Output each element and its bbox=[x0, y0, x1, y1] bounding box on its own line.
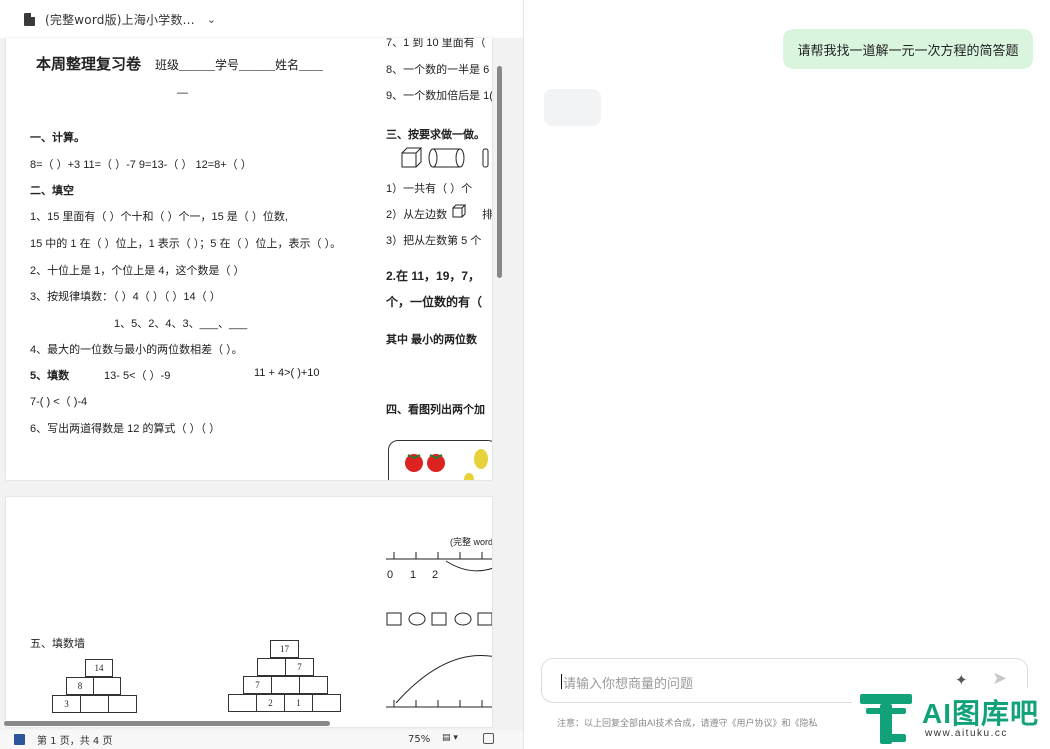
watermark-logo: AI图库吧 www.aituku.cc bbox=[852, 688, 1050, 749]
status-bar: 第 1 页，共 4 页 75% ▤ ▾ bbox=[0, 730, 523, 749]
tomato-icon bbox=[405, 454, 445, 472]
question-2-numbers: 2.在 11，19，7， bbox=[386, 269, 481, 283]
question-8: 8、一个数的一半是 6 bbox=[386, 64, 490, 76]
document-page-1: 本周整理复习卷 班级______学号______姓名____ — 一、计算。 8… bbox=[6, 38, 492, 480]
question-4: 4、最大的一位数与最小的两位数相差（ ）。 bbox=[30, 344, 243, 356]
question-2-numbers-b: 个，一位数的有（ bbox=[386, 295, 483, 309]
question-9: 9、一个数加倍后是 1( bbox=[386, 90, 492, 102]
document-page-2: (完整 word 0 1 2 五、填数墙 14 8 3 17 7 7 2 1 bbox=[6, 497, 492, 727]
wall-2-row4-1 bbox=[228, 694, 257, 712]
watermark-text: AI图库吧 bbox=[922, 698, 1040, 729]
small-cube-icon bbox=[452, 204, 467, 218]
question-2: 2、十位上是 1，个位上是 4，这个数是（ ） bbox=[30, 265, 245, 277]
question-5a: 13- 5<（ ）-9 bbox=[104, 370, 171, 382]
vertical-scrollbar[interactable] bbox=[497, 66, 502, 278]
text-cursor bbox=[561, 674, 562, 689]
cylinder-shape bbox=[428, 148, 465, 168]
question-3b: 2）从左边数 bbox=[386, 209, 448, 221]
question-3b-tail: 排 bbox=[482, 209, 492, 221]
wall-1-mid-right bbox=[93, 677, 121, 695]
fit-page-icon[interactable] bbox=[483, 733, 494, 744]
logo-mark-icon bbox=[860, 694, 912, 744]
title-dash: — bbox=[177, 87, 188, 99]
sparkle-icon[interactable]: ✦ bbox=[955, 671, 968, 689]
wall-2-top: 17 bbox=[270, 640, 299, 658]
wall-1-mid-left: 8 bbox=[66, 677, 94, 695]
section-1-heading: 一、计算。 bbox=[30, 132, 85, 144]
wall-1-bottom-mid bbox=[80, 695, 109, 713]
file-icon bbox=[24, 12, 35, 26]
numline-label-2: 2 bbox=[432, 569, 439, 581]
fruit-illustration bbox=[405, 449, 488, 480]
wall-1-top: 14 bbox=[85, 659, 113, 677]
question-5b: 11 + 4>( )+10 bbox=[254, 367, 320, 379]
picture-box bbox=[388, 440, 492, 480]
app-window: (完整word版)上海小学数... ⌄ 本周整理复习卷 班级______学号__… bbox=[0, 0, 1050, 749]
wall-2-row3-right bbox=[299, 676, 328, 694]
cube-shape bbox=[401, 147, 423, 168]
section-1-questions: 8=（ ）+3 11=（ ）-7 9=13-（ ） 12=8+（ ） bbox=[30, 159, 252, 171]
chat-panel: 请帮我找一道解一元一次方程的简答题 请输入你想商量的问题 ✦ ➤ 注意：以上回复… bbox=[525, 0, 1050, 749]
wall-1-bottom-left: 3 bbox=[52, 695, 81, 713]
number-line bbox=[386, 552, 492, 572]
wall-2-row3-left: 7 bbox=[243, 676, 272, 694]
document-viewer: (完整word版)上海小学数... ⌄ 本周整理复习卷 班级______学号__… bbox=[0, 0, 524, 749]
question-3a: 1）一共有（ ）个 bbox=[386, 183, 473, 195]
question-3: 3、按规律填数：（ ）4（ ）（ ）14（ ） bbox=[30, 291, 221, 303]
section-3-heading: 三、按要求做一做。 bbox=[386, 129, 485, 141]
numline-label-1: 1 bbox=[410, 569, 417, 581]
question-1a: 1、15 里面有（ ）个十和（ ）个一，15 是（ ）位数, bbox=[30, 211, 288, 223]
section-5-heading: 五、填数墙 bbox=[30, 638, 85, 650]
wall-2-row2-right: 7 bbox=[285, 658, 314, 676]
section-2-heading: 二、填空 bbox=[30, 185, 74, 197]
question-2-numbers-c: 其中 最小的两位数 bbox=[386, 334, 478, 346]
shapes-row bbox=[401, 147, 489, 168]
pear-icon bbox=[464, 449, 488, 480]
wall-2-row3-mid bbox=[271, 676, 300, 694]
watermark-url: www.aituku.cc bbox=[925, 728, 1008, 739]
wall-2-row2-left bbox=[257, 658, 286, 676]
wall-2-row4-2: 2 bbox=[256, 694, 285, 712]
question-5c: 7-( ) <（ )-4 bbox=[30, 396, 88, 408]
question-5-label: 5、填数 bbox=[30, 370, 70, 382]
document-title[interactable]: (完整word版)上海小学数... bbox=[45, 11, 195, 28]
page-count: 第 1 页，共 4 页 bbox=[37, 736, 113, 747]
question-7: 7、1 到 10 里面有（ bbox=[386, 38, 486, 49]
question-6: 6、写出两道得数是 12 的算式（ ）（ ） bbox=[30, 423, 221, 435]
ai-disclaimer: 注意：以上回复全部由AI技术合成，请遵守《用户协议》和《隐私 bbox=[557, 718, 818, 728]
zoom-dropdown-icon[interactable]: ▤ ▾ bbox=[442, 733, 460, 745]
worksheet-title: 本周整理复习卷 bbox=[36, 57, 142, 73]
shape-sequence bbox=[386, 612, 492, 626]
number-line-2 bbox=[386, 655, 492, 708]
zoom-level[interactable]: 75% bbox=[408, 734, 430, 745]
wall-2-row4-4 bbox=[312, 694, 341, 712]
horizontal-scrollbar[interactable] bbox=[4, 721, 330, 726]
word-icon bbox=[14, 734, 25, 745]
document-header[interactable]: (完整word版)上海小学数... ⌄ bbox=[0, 0, 523, 38]
worksheet-title-fields: 班级______学号______姓名____ bbox=[155, 58, 324, 72]
question-3c: 3）把从左数第 5 个 bbox=[386, 235, 482, 247]
wall-1-bottom-right bbox=[108, 695, 137, 713]
user-message-bubble: 请帮我找一道解一元一次方程的简答题 bbox=[783, 29, 1033, 69]
section-4-heading: 四、看图列出两个加 bbox=[386, 404, 485, 416]
wall-2-row4-3: 1 bbox=[284, 694, 313, 712]
send-icon[interactable]: ➤ bbox=[992, 668, 1007, 689]
question-3-sequence: 1、5、2、4、3、___、___ bbox=[114, 318, 248, 330]
numline-label-0: 0 bbox=[387, 569, 394, 581]
ai-response-loading bbox=[544, 89, 601, 126]
chat-input-placeholder[interactable]: 请输入你想商量的问题 bbox=[563, 673, 693, 692]
chevron-down-icon[interactable]: ⌄ bbox=[207, 13, 216, 26]
question-1b: 15 中的 1 在（ ）位上，1 表示（ ）；5 在（ ）位上，表示（ ）。 bbox=[30, 238, 342, 250]
small-cylinder-shape bbox=[482, 148, 489, 168]
